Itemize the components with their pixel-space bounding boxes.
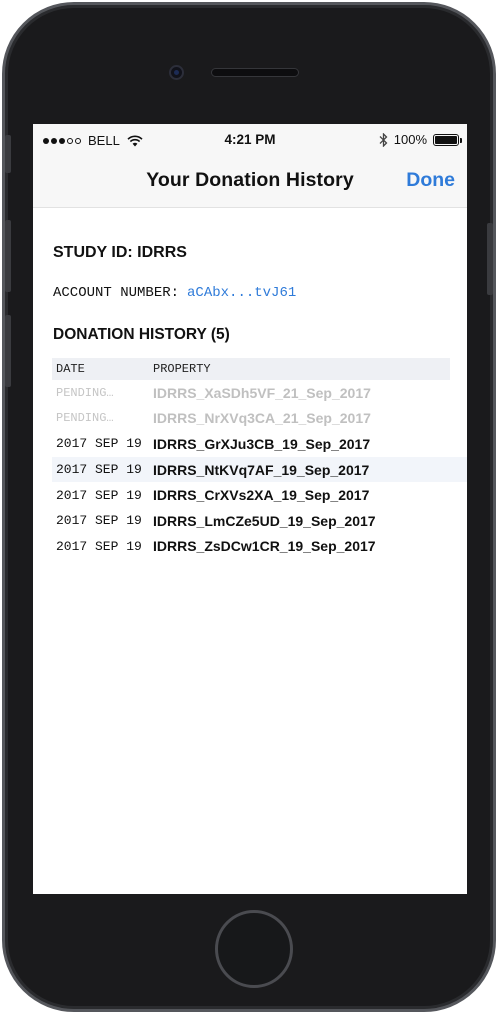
table-row[interactable]: PENDING… IDRRS_XaSDh5VF_21_Sep_2017 <box>52 380 450 406</box>
donation-history-table: DATE PROPERTY PENDING… IDRRS_XaSDh5VF_21… <box>52 358 467 560</box>
table-row[interactable]: PENDING… IDRRS_NrXVq3CA_21_Sep_2017 <box>52 406 450 432</box>
table-row[interactable]: 2017 SEP 19 IDRRS_GrXJu3CB_19_Sep_2017 <box>52 431 450 457</box>
status-bar: BELL 4:21 PM 100% <box>33 124 467 158</box>
row-property: IDRRS_NtKVq7AF_19_Sep_2017 <box>153 461 370 478</box>
home-button-icon[interactable] <box>215 910 293 988</box>
earpiece-speaker <box>211 68 299 77</box>
volume-down-button <box>5 315 11 387</box>
row-date: PENDING… <box>56 385 114 400</box>
row-property: IDRRS_CrXVs2XA_19_Sep_2017 <box>153 487 370 504</box>
row-date: 2017 SEP 19 <box>56 538 142 554</box>
row-property: IDRRS_XaSDh5VF_21_Sep_2017 <box>153 384 371 401</box>
table-row[interactable]: 2017 SEP 19 IDRRS_LmCZe5UD_19_Sep_2017 <box>52 508 450 534</box>
row-date: PENDING… <box>56 411 114 426</box>
battery-tip <box>460 137 462 143</box>
row-date: 2017 SEP 19 <box>56 513 142 529</box>
battery-icon <box>433 133 462 146</box>
row-date: 2017 SEP 19 <box>56 436 142 452</box>
table-row[interactable]: 2017 SEP 19 IDRRS_CrXVs2XA_19_Sep_2017 <box>52 482 450 508</box>
table-header: DATE PROPERTY <box>52 358 450 380</box>
done-button[interactable]: Done <box>406 169 455 192</box>
mute-switch <box>5 135 11 173</box>
navigation-bar: Your Donation History Done <box>33 158 467 208</box>
row-property: IDRRS_LmCZe5UD_19_Sep_2017 <box>153 512 376 529</box>
donation-history-title: DONATION HISTORY (5) <box>53 326 230 343</box>
volume-up-button <box>5 220 11 292</box>
bluetooth-icon <box>379 132 388 147</box>
column-header-date: DATE <box>56 362 85 376</box>
status-right: 100% <box>379 132 462 147</box>
row-property: IDRRS_NrXVq3CA_21_Sep_2017 <box>153 410 371 427</box>
screen: BELL 4:21 PM 100% Your Donation History … <box>33 124 467 894</box>
row-property: IDRRS_ZsDCw1CR_19_Sep_2017 <box>153 538 376 555</box>
account-number-value[interactable]: aCAbx...tvJ61 <box>187 285 296 301</box>
row-property: IDRRS_GrXJu3CB_19_Sep_2017 <box>153 435 371 452</box>
row-date: 2017 SEP 19 <box>56 487 142 503</box>
account-number-label: ACCOUNT NUMBER: <box>53 285 180 301</box>
table-row[interactable]: 2017 SEP 19 IDRRS_NtKVq7AF_19_Sep_2017 <box>52 456 467 483</box>
account-number-row: ACCOUNT NUMBER: aCAbx...tvJ61 <box>53 285 296 301</box>
row-date: 2017 SEP 19 <box>56 462 142 478</box>
power-button <box>487 223 493 295</box>
battery-percent: 100% <box>393 132 427 147</box>
battery-fill <box>435 135 457 144</box>
study-id-label: STUDY ID: IDRRS <box>53 244 187 261</box>
table-row[interactable]: 2017 SEP 19 IDRRS_ZsDCw1CR_19_Sep_2017 <box>52 534 450 560</box>
column-header-property: PROPERTY <box>153 362 211 376</box>
camera-icon <box>169 65 184 80</box>
page-title: Your Donation History <box>146 169 354 191</box>
